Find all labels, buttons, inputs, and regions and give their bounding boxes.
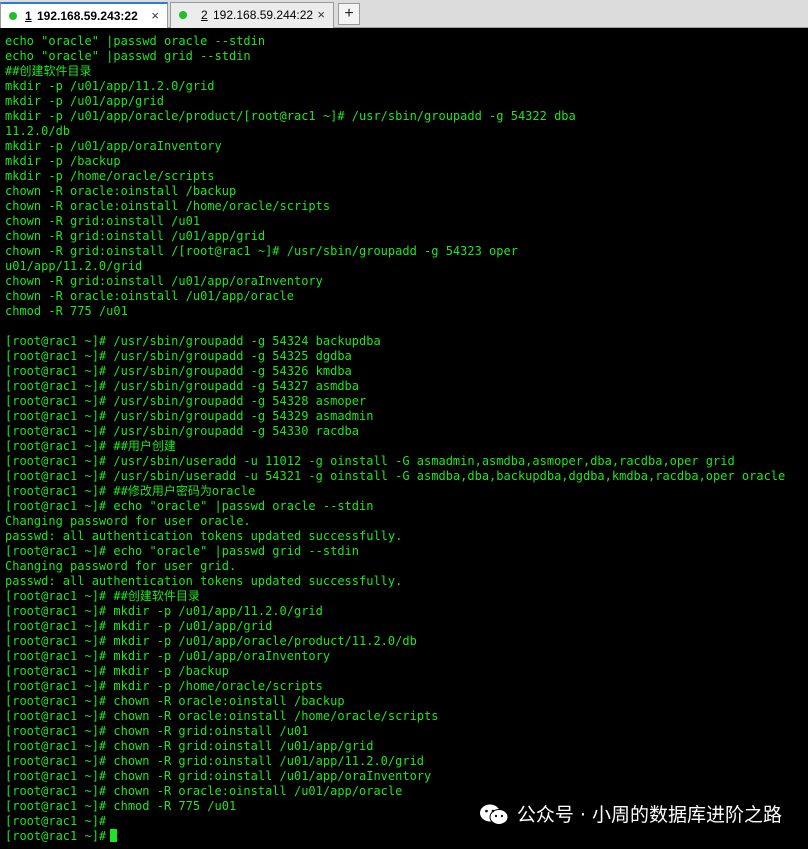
terminal-line: chown -R oracle:oinstall /home/oracle/sc… bbox=[5, 199, 331, 213]
terminal-line: u01/app/11.2.0/grid bbox=[5, 259, 143, 273]
terminal-line: chown -R oracle:oinstall /u01/app/oracle bbox=[5, 289, 294, 303]
terminal-line: 11.2.0/db bbox=[5, 124, 71, 138]
terminal-line: [root@rac1 ~]# chown -R oracle:oinstall … bbox=[5, 694, 345, 708]
terminal-line: chown -R grid:oinstall /u01/app/oraInven… bbox=[5, 274, 323, 288]
terminal-line: [root@rac1 ~]# bbox=[5, 814, 107, 828]
terminal-line: [root@rac1 ~]# /usr/sbin/groupadd -g 543… bbox=[5, 424, 360, 438]
terminal-line: [root@rac1 ~]# /usr/sbin/groupadd -g 543… bbox=[5, 334, 381, 348]
connection-status-icon bbox=[9, 12, 17, 20]
terminal-line: [root@rac1 ~]# chown -R grid:oinstall /u… bbox=[5, 754, 425, 768]
terminal-line: [root@rac1 ~]# echo "oracle" |passwd gri… bbox=[5, 544, 360, 558]
terminal-line: [root@rac1 ~]# mkdir -p /home/oracle/scr… bbox=[5, 679, 323, 693]
terminal-line: [root@rac1 ~]# mkdir -p /backup bbox=[5, 664, 229, 678]
tab-bar: 1 192.168.59.243:22 × 2 192.168.59.244:2… bbox=[0, 0, 808, 28]
tab-host-label: 192.168.59.243:22 bbox=[37, 9, 138, 23]
terminal-line: mkdir -p /u01/app/11.2.0/grid bbox=[5, 79, 215, 93]
terminal-line: [root@rac1 ~]# mkdir -p /u01/app/oraInve… bbox=[5, 649, 331, 663]
terminal-line: chown -R oracle:oinstall /backup bbox=[5, 184, 237, 198]
terminal-line: chown -R grid:oinstall /u01/app/grid bbox=[5, 229, 266, 243]
watermark-text: 公众号 · 小周的数据库进阶之路 bbox=[516, 804, 782, 826]
terminal-output[interactable]: echo "oracle" |passwd oracle --stdin echo… bbox=[0, 28, 808, 849]
terminal-line: mkdir -p /backup bbox=[5, 154, 121, 168]
terminal-line: echo "oracle" |passwd oracle --stdin bbox=[5, 34, 266, 48]
terminal-line: [root@rac1 ~]# /usr/sbin/useradd -u 1101… bbox=[5, 454, 735, 468]
terminal-line: [root@rac1 ~]# /usr/sbin/groupadd -g 543… bbox=[5, 394, 367, 408]
terminal-line: mkdir -p /home/oracle/scripts bbox=[5, 169, 215, 183]
terminal-line: mkdir -p /u01/app/oracle/product/[root@r… bbox=[5, 109, 576, 123]
terminal-line: passwd: all authentication tokens update… bbox=[5, 529, 403, 543]
terminal-line: Changing password for user oracle. bbox=[5, 514, 251, 528]
tab-number: 1 bbox=[25, 9, 32, 23]
terminal-line: [root@rac1 ~]# mkdir -p /u01/app/oracle/… bbox=[5, 634, 417, 648]
terminal-line: [root@rac1 ~]# chown -R grid:oinstall /u… bbox=[5, 769, 432, 783]
terminal-cursor bbox=[110, 829, 118, 842]
terminal-line: [root@rac1 ~]# chown -R oracle:oinstall … bbox=[5, 784, 403, 798]
terminal-line: chown -R grid:oinstall /[root@rac1 ~]# /… bbox=[5, 244, 518, 258]
close-icon[interactable]: × bbox=[317, 3, 325, 27]
terminal-line: ##创建软件目录 bbox=[5, 64, 92, 78]
tab-host-label: 192.168.59.244:22 bbox=[213, 8, 314, 22]
session-tab-2[interactable]: 2 192.168.59.244:22 × bbox=[170, 2, 334, 28]
terminal-line: [root@rac1 ~]# /usr/sbin/groupadd -g 543… bbox=[5, 364, 352, 378]
terminal-line: [root@rac1 ~]# mkdir -p /u01/app/11.2.0/… bbox=[5, 604, 323, 618]
terminal-line: [root@rac1 ~]# bbox=[5, 829, 118, 844]
terminal-line: [root@rac1 ~]# ##用户创建 bbox=[5, 439, 176, 453]
tab-number: 2 bbox=[201, 8, 208, 22]
terminal-line: [root@rac1 ~]# chmod -R 775 /u01 bbox=[5, 799, 237, 813]
terminal-line: chown -R grid:oinstall /u01 bbox=[5, 214, 201, 228]
connection-status-icon bbox=[179, 11, 187, 19]
terminal-line: [root@rac1 ~]# chown -R grid:oinstall /u… bbox=[5, 739, 374, 753]
terminal-line: passwd: all authentication tokens update… bbox=[5, 574, 403, 588]
watermark: 公众号 · 小周的数据库进阶之路 bbox=[479, 801, 782, 829]
terminal-line: [root@rac1 ~]# mkdir -p /u01/app/grid bbox=[5, 619, 273, 633]
terminal-line: [root@rac1 ~]# chown -R grid:oinstall /u… bbox=[5, 724, 309, 738]
new-tab-button[interactable]: + bbox=[338, 3, 360, 25]
terminal-line: [root@rac1 ~]# echo "oracle" |passwd ora… bbox=[5, 499, 374, 513]
terminal-line: [root@rac1 ~]# ##创建软件目录 bbox=[5, 589, 200, 603]
terminal-line: chmod -R 775 /u01 bbox=[5, 304, 128, 318]
terminal-line: [root@rac1 ~]# /usr/sbin/groupadd -g 543… bbox=[5, 349, 352, 363]
terminal-line: mkdir -p /u01/app/oraInventory bbox=[5, 139, 222, 153]
close-icon[interactable]: × bbox=[151, 4, 159, 28]
terminal-line: mkdir -p /u01/app/grid bbox=[5, 94, 164, 108]
terminal-line: [root@rac1 ~]# ##修改用户密码为oracle bbox=[5, 484, 256, 498]
terminal-line: [root@rac1 ~]# /usr/sbin/useradd -u 5432… bbox=[5, 469, 786, 483]
terminal-line: echo "oracle" |passwd grid --stdin bbox=[5, 49, 251, 63]
terminal-line: [root@rac1 ~]# chown -R oracle:oinstall … bbox=[5, 709, 439, 723]
terminal-line: Changing password for user grid. bbox=[5, 559, 237, 573]
wechat-icon bbox=[479, 804, 509, 825]
terminal-line: [root@rac1 ~]# /usr/sbin/groupadd -g 543… bbox=[5, 379, 360, 393]
session-tab-1[interactable]: 1 192.168.59.243:22 × bbox=[0, 2, 168, 28]
terminal-line: [root@rac1 ~]# /usr/sbin/groupadd -g 543… bbox=[5, 409, 374, 423]
